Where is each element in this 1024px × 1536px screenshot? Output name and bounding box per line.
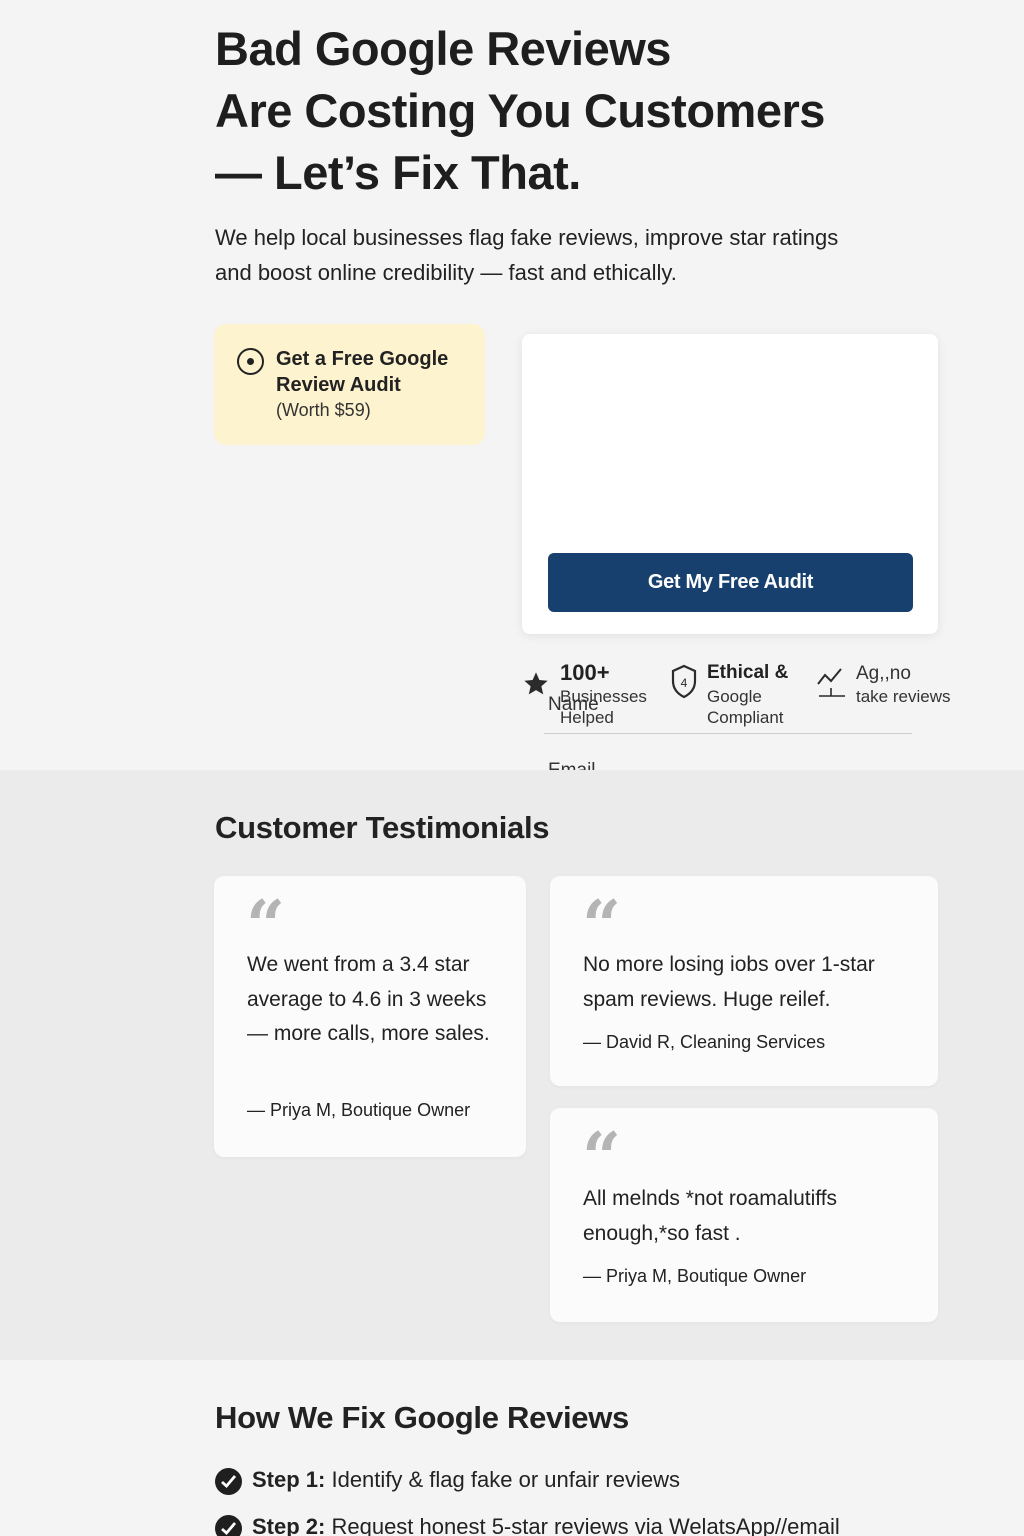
step-description: Identify & flag fake or unfair reviews: [325, 1467, 680, 1492]
check-circle-icon: [215, 1515, 242, 1536]
shield-icon: 4: [671, 664, 697, 699]
free-audit-offer: Get a Free Google Review Audit (Worth $5…: [214, 324, 485, 445]
testimonials-section: Customer Testimonials “ We went from a 3…: [0, 770, 1024, 1360]
testimonial-card: “ All melnds *not roamalutiffs enough,*s…: [550, 1108, 938, 1322]
testimonial-author: — Priya M, Boutique Owner: [583, 1266, 807, 1286]
step-label: Step 2:: [252, 1514, 326, 1536]
star-icon: [524, 672, 548, 695]
hero-section: Bad Google Reviews Are Costing You Custo…: [0, 0, 1024, 866]
hero-title-line-3: — Let’s Fix That.: [215, 146, 581, 199]
target-icon: [237, 348, 264, 375]
how-we-fix-title: How We Fix Google Reviews: [215, 1400, 629, 1435]
testimonial-card: “ We went from a 3.4 star average to 4.6…: [214, 876, 526, 1157]
step-description: Request honest 5-star reviews via Welats…: [325, 1514, 840, 1536]
audit-form: Get My Free Audit: [522, 334, 938, 866]
hero-subtitle: We help local businesses flag fake revie…: [215, 225, 839, 285]
testimonial-author: — David R, Cleaning Services: [583, 1032, 826, 1052]
hero-title-line-2: Are Costing You Customers: [215, 84, 825, 137]
shield-number: 4: [681, 676, 688, 690]
badge-line-2: Helped: [560, 708, 614, 727]
hero-title: Bad Google Reviews Are Costing You Custo…: [215, 18, 915, 204]
chart-icon: [817, 668, 845, 697]
step-text: Step 1: Identify & flag fake or unfair r…: [252, 1467, 680, 1493]
badge-line-1: Google: [707, 687, 762, 706]
badge-line-1: Businesses: [560, 687, 647, 706]
badge-line-2: take reviews: [856, 687, 951, 706]
step-text: Step 2: Request honest 5-star reviews vi…: [252, 1514, 840, 1536]
testimonial-text: No more losing iobs over 1-star spam rev…: [583, 953, 875, 1011]
offer-title: Get a Free Google Review Audit: [276, 348, 449, 396]
badge-count: 100+: [560, 660, 610, 685]
step-label: Step 1:: [252, 1467, 326, 1492]
badge-line-2: Compliant: [707, 708, 784, 727]
how-we-fix-section: How We Fix Google Reviews Step 1: Identi…: [0, 1360, 1024, 1536]
badge-heading: Ethical &: [707, 662, 789, 683]
testimonials-title: Customer Testimonials: [215, 810, 550, 845]
testimonial-text: All melnds *not roamalutiffs enough,*so …: [583, 1187, 838, 1245]
badge-line-1: Ag,,no: [856, 663, 911, 684]
get-free-audit-button[interactable]: Get My Free Audit: [548, 553, 913, 612]
testimonial-card: “ No more losing iobs over 1-star spam r…: [550, 876, 938, 1086]
testimonial-text: We went from a 3.4 star average to 4.6 i…: [247, 953, 490, 1045]
testimonial-author: — Priya M, Boutique Owner: [247, 1100, 471, 1120]
hero-title-line-1: Bad Google Reviews: [215, 22, 671, 75]
offer-value: (Worth $59): [276, 400, 371, 420]
check-circle-icon: [215, 1468, 242, 1495]
